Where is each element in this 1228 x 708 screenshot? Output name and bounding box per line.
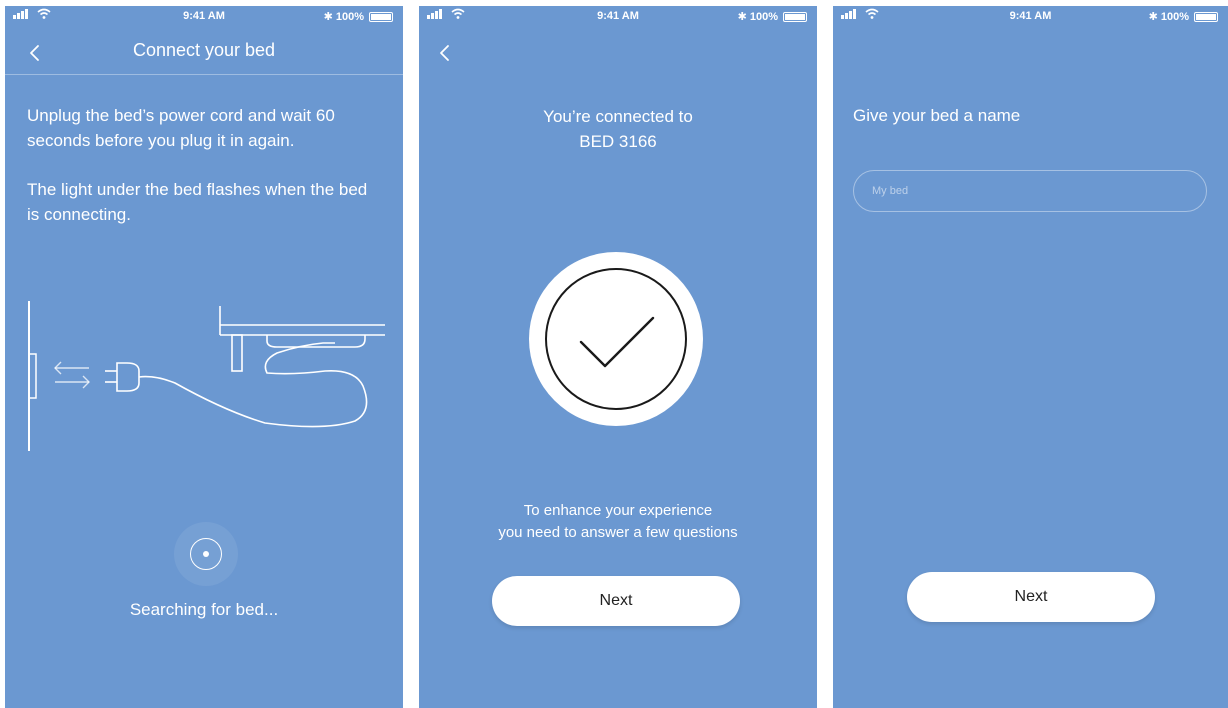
status-bar: 9:41 AM ✱ 100% bbox=[833, 6, 1228, 28]
battery-percent: 100% bbox=[749, 10, 778, 23]
unplug-instruction: Unplug the bed’s power cord and wait 60 … bbox=[27, 106, 335, 150]
enhance-message-line-1: To enhance your experience bbox=[523, 502, 713, 519]
status-bar: 9:41 AM ✱ 100% bbox=[5, 6, 403, 28]
success-badge bbox=[529, 252, 703, 426]
page-title: Connect your bed bbox=[132, 40, 276, 60]
connected-screen: 9:41 AM ✱ 100% You’re connected to BED 3… bbox=[419, 6, 817, 708]
light-instruction: The light under the bed flashes when the… bbox=[27, 180, 368, 224]
plug-illustration bbox=[28, 301, 385, 451]
bluetooth-icon: ✱ bbox=[1148, 11, 1158, 23]
back-button[interactable] bbox=[435, 40, 455, 68]
bluetooth-icon: ✱ bbox=[323, 11, 333, 23]
battery-icon bbox=[1194, 11, 1218, 22]
status-bar: 9:41 AM ✱ 100% bbox=[419, 6, 817, 28]
checkmark-icon bbox=[579, 316, 655, 368]
bed-name-prompt: Give your bed a name bbox=[853, 106, 1021, 125]
searching-status: Searching for bed... bbox=[129, 600, 279, 619]
battery-icon bbox=[783, 11, 807, 22]
enhance-message-line-2: you need to answer a few questions bbox=[498, 524, 738, 541]
next-button[interactable]: Next bbox=[907, 572, 1155, 622]
next-button[interactable]: Next bbox=[492, 576, 740, 626]
chevron-left-icon bbox=[440, 45, 449, 61]
battery-percent: 100% bbox=[335, 10, 364, 23]
searching-indicator bbox=[174, 522, 238, 586]
battery-icon bbox=[369, 11, 393, 22]
connected-message: You’re connected to bbox=[543, 107, 693, 126]
bluetooth-icon: ✱ bbox=[737, 11, 747, 23]
bed-name-input[interactable] bbox=[853, 170, 1207, 212]
connect-bed-screen: 9:41 AM ✱ 100% Connect your bed Unplug t… bbox=[5, 6, 403, 708]
bed-name: BED 3166 bbox=[579, 132, 657, 151]
name-bed-screen: 9:41 AM ✱ 100% Give your bed a name Next bbox=[833, 6, 1228, 708]
header-divider bbox=[5, 74, 403, 75]
battery-percent: 100% bbox=[1160, 10, 1189, 23]
